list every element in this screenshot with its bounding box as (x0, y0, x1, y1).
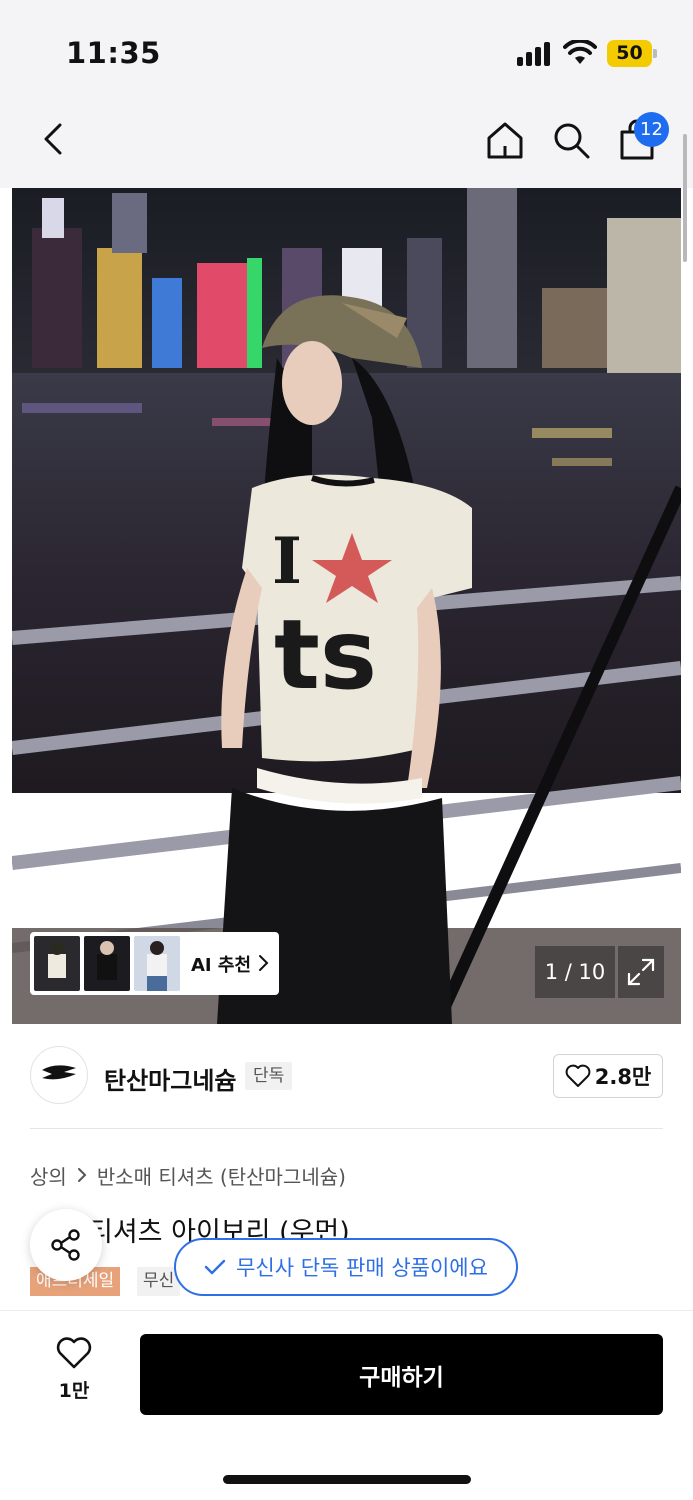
svg-text:ts: ts (274, 599, 377, 711)
share-button[interactable] (30, 1209, 102, 1281)
exclusive-badge: 단독 (245, 1062, 293, 1090)
expand-icon (627, 958, 655, 986)
cart-count-badge: 12 (634, 112, 669, 147)
share-icon (51, 1229, 80, 1261)
home-button[interactable] (482, 116, 528, 164)
brand-logo-mark (42, 1065, 76, 1080)
brand-like-button[interactable]: 2.8만 (553, 1054, 663, 1098)
ai-recommend-card[interactable]: AI 추천 (30, 932, 279, 995)
recommend-thumbnail[interactable] (84, 936, 130, 991)
search-icon (554, 123, 590, 159)
chevron-left-icon (44, 123, 62, 155)
brand-logo[interactable] (30, 1046, 88, 1104)
home-indicator (223, 1475, 471, 1484)
status-time: 11:35 (66, 36, 161, 70)
home-icon (487, 122, 523, 159)
recommend-thumbnail[interactable] (34, 936, 80, 991)
signal-icon (517, 42, 553, 66)
recommend-thumbnail[interactable] (134, 936, 180, 991)
breadcrumb: 상의 반소매 티셔츠 (탄산마그네슘) (30, 1161, 346, 1190)
wishlist-count: 1만 (58, 1380, 90, 1402)
battery-level: 50 (607, 40, 652, 67)
brand-row: 탄산마그네슘 단독 2.8만 (0, 1024, 693, 1130)
chevron-right-icon (259, 955, 269, 971)
status-bar: 11:35 50 (0, 0, 693, 100)
search-button[interactable] (548, 116, 594, 164)
product-image[interactable]: I ts (12, 188, 681, 1024)
toast-text: 무신사 단독 판매 상품이에요 (236, 1256, 488, 1280)
scrollbar[interactable] (683, 134, 687, 262)
breadcrumb-subcategory[interactable]: 반소매 티셔츠 (탄산마그네슘) (97, 1161, 346, 1190)
svg-text:I: I (272, 524, 302, 599)
heart-icon (56, 1337, 92, 1369)
breadcrumb-category[interactable]: 상의 (30, 1161, 67, 1190)
buy-button[interactable]: 구매하기 (140, 1334, 663, 1415)
ai-recommend-label: AI 추천 (191, 955, 252, 976)
divider (30, 1128, 663, 1129)
top-nav (0, 100, 693, 188)
product-photo: I ts (12, 188, 681, 1024)
chevron-right-icon (77, 1164, 87, 1188)
exclusive-toast: 무신사 단독 판매 상품이에요 (174, 1238, 518, 1296)
image-page-counter: 1 / 10 (535, 946, 615, 998)
wifi-icon (563, 40, 597, 64)
check-icon (204, 1259, 226, 1275)
battery-icon: 50 (607, 40, 657, 67)
expand-image-button[interactable] (618, 946, 664, 998)
wishlist-button[interactable]: 1만 (48, 1336, 100, 1416)
brand-name[interactable]: 탄산마그네슘 (104, 1061, 236, 1096)
heart-icon (565, 1064, 591, 1087)
brand-like-count: 2.8만 (594, 1065, 652, 1089)
back-button[interactable] (30, 116, 76, 162)
